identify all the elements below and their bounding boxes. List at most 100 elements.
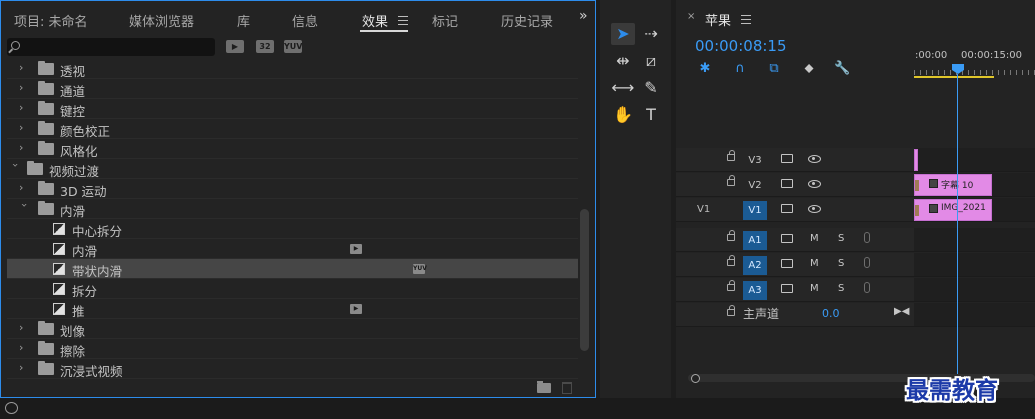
- new-bin-icon[interactable]: [537, 381, 551, 393]
- tree-folder-color-correction[interactable]: › 颜色校正: [7, 119, 578, 139]
- panel-menu-icon[interactable]: [398, 16, 408, 25]
- linked-selection-icon[interactable]: ⧉: [766, 61, 782, 77]
- track-name[interactable]: A3: [743, 281, 767, 300]
- master-volume-value[interactable]: 0.0: [822, 307, 840, 320]
- search-input[interactable]: [7, 38, 215, 56]
- mute-button[interactable]: M: [810, 283, 819, 294]
- chevron-right-icon[interactable]: ›: [19, 102, 29, 114]
- tab-media-browser[interactable]: 媒体浏览器: [129, 11, 194, 30]
- effects-scrollbar-thumb[interactable]: [580, 209, 589, 351]
- track-name[interactable]: A1: [743, 231, 767, 250]
- tree-effect-push[interactable]: 推 ▶: [7, 299, 578, 319]
- close-icon[interactable]: ×: [687, 11, 695, 22]
- hand-tool-icon[interactable]: ✋: [611, 104, 635, 126]
- track-lane-master[interactable]: [914, 303, 1035, 327]
- chevron-right-icon[interactable]: ›: [19, 322, 29, 334]
- track-lane-v3[interactable]: [914, 148, 1035, 172]
- time-ruler[interactable]: :00:00 00:00:15:00: [914, 34, 1035, 80]
- pen-tool-icon[interactable]: ✎: [639, 77, 663, 99]
- microphone-icon[interactable]: [864, 257, 870, 268]
- chevron-right-icon[interactable]: ›: [19, 62, 29, 74]
- lock-icon[interactable]: [727, 175, 735, 186]
- tree-folder-stylize[interactable]: › 风格化: [7, 139, 578, 159]
- tree-folder-wipe[interactable]: › 擦除: [7, 339, 578, 359]
- tree-folder-3d-motion[interactable]: › 3D 运动: [7, 179, 578, 199]
- solo-button[interactable]: S: [838, 233, 844, 244]
- tab-markers[interactable]: 标记: [432, 11, 458, 30]
- tree-folder-iris[interactable]: › 划像: [7, 319, 578, 339]
- track-name[interactable]: V3: [743, 151, 767, 170]
- tree-folder-channel[interactable]: › 通道: [7, 79, 578, 99]
- eye-icon[interactable]: [808, 205, 821, 213]
- lock-icon[interactable]: [727, 150, 735, 161]
- zoom-handle[interactable]: [691, 374, 700, 383]
- 32bit-filter-button[interactable]: 32: [256, 40, 274, 53]
- wrench-icon[interactable]: 🔧: [834, 61, 850, 77]
- clip[interactable]: [914, 149, 918, 171]
- clip-caption[interactable]: 字幕 10: [914, 174, 992, 196]
- solo-button[interactable]: S: [838, 283, 844, 294]
- panel-menu-icon[interactable]: [741, 15, 751, 24]
- sequence-tab-title[interactable]: 苹果: [705, 10, 731, 29]
- track-lane-v1[interactable]: IMG_2021: [914, 198, 1035, 222]
- track-lane-a2[interactable]: [914, 253, 1035, 277]
- tree-effect-center-split[interactable]: 中心拆分: [7, 219, 578, 239]
- solo-button[interactable]: S: [838, 258, 844, 269]
- creative-cloud-icon[interactable]: [5, 402, 18, 414]
- lock-icon[interactable]: [727, 255, 735, 266]
- eye-icon[interactable]: [808, 155, 821, 163]
- track-name[interactable]: V1: [743, 201, 767, 220]
- accelerated-effects-filter-button[interactable]: ▶: [226, 40, 244, 53]
- go-to-end-icon[interactable]: ▶◀: [894, 306, 909, 317]
- sync-lock-icon[interactable]: [781, 234, 793, 243]
- clip-video[interactable]: IMG_2021: [914, 199, 992, 221]
- chevron-right-icon[interactable]: ›: [19, 82, 29, 94]
- tree-folder-keying[interactable]: › 键控: [7, 99, 578, 119]
- slip-tool-icon[interactable]: ⟷: [611, 77, 635, 99]
- track-lane-a3[interactable]: [914, 278, 1035, 302]
- sync-lock-icon[interactable]: [781, 179, 793, 188]
- type-tool-icon[interactable]: T: [639, 104, 663, 126]
- tab-effects[interactable]: 效果: [362, 11, 388, 30]
- mute-button[interactable]: M: [810, 233, 819, 244]
- timecode-display[interactable]: 00:00:08:15: [695, 37, 787, 55]
- snap-magnet-icon[interactable]: ∩: [732, 61, 748, 77]
- track-name[interactable]: A2: [743, 256, 767, 275]
- chevron-down-icon[interactable]: ›: [9, 163, 22, 173]
- tree-folder-perspective[interactable]: › 透视: [7, 59, 578, 79]
- tree-effect-split[interactable]: 拆分: [7, 279, 578, 299]
- selection-tool-icon[interactable]: ➤: [611, 23, 635, 45]
- lock-icon[interactable]: [727, 280, 735, 291]
- track-name[interactable]: V2: [743, 176, 767, 195]
- ripple-edit-tool-icon[interactable]: ⇹: [611, 50, 635, 72]
- tree-folder-immersive-video[interactable]: › 沉浸式视频: [7, 359, 578, 379]
- track-lane-a1[interactable]: [914, 228, 1035, 252]
- chevron-right-icon[interactable]: ›: [19, 182, 29, 194]
- clip-transition-handle[interactable]: [915, 180, 919, 191]
- microphone-icon[interactable]: [864, 232, 870, 243]
- mute-button[interactable]: M: [810, 258, 819, 269]
- tab-libraries[interactable]: 库: [237, 11, 250, 30]
- tabs-overflow-icon[interactable]: »: [579, 8, 588, 24]
- tree-folder-video-transitions[interactable]: › 视频过渡: [7, 159, 578, 179]
- sync-lock-icon[interactable]: [781, 259, 793, 268]
- sync-lock-icon[interactable]: [781, 284, 793, 293]
- microphone-icon[interactable]: [864, 282, 870, 293]
- nest-sequence-icon[interactable]: ✱: [697, 61, 713, 77]
- tree-effect-band-slide[interactable]: 带状内滑 YUV: [7, 259, 578, 279]
- chevron-right-icon[interactable]: ›: [19, 362, 29, 374]
- eye-icon[interactable]: [808, 180, 821, 188]
- sync-lock-icon[interactable]: [781, 204, 793, 213]
- add-marker-icon[interactable]: ⬥: [801, 61, 817, 77]
- razor-tool-icon[interactable]: ⧄: [639, 50, 663, 72]
- trash-icon[interactable]: [562, 382, 572, 394]
- tree-effect-slide[interactable]: 内滑 ▶: [7, 239, 578, 259]
- track-lane-v2[interactable]: 字幕 10: [914, 173, 1035, 197]
- tab-project[interactable]: 项目: 未命名: [14, 11, 88, 30]
- work-area-bar[interactable]: [914, 76, 994, 78]
- tree-folder-slide[interactable]: › 内滑: [7, 199, 578, 219]
- sync-lock-icon[interactable]: [781, 154, 793, 163]
- chevron-right-icon[interactable]: ›: [19, 342, 29, 354]
- clip-transition-handle[interactable]: [915, 205, 919, 216]
- lock-icon[interactable]: [727, 305, 735, 316]
